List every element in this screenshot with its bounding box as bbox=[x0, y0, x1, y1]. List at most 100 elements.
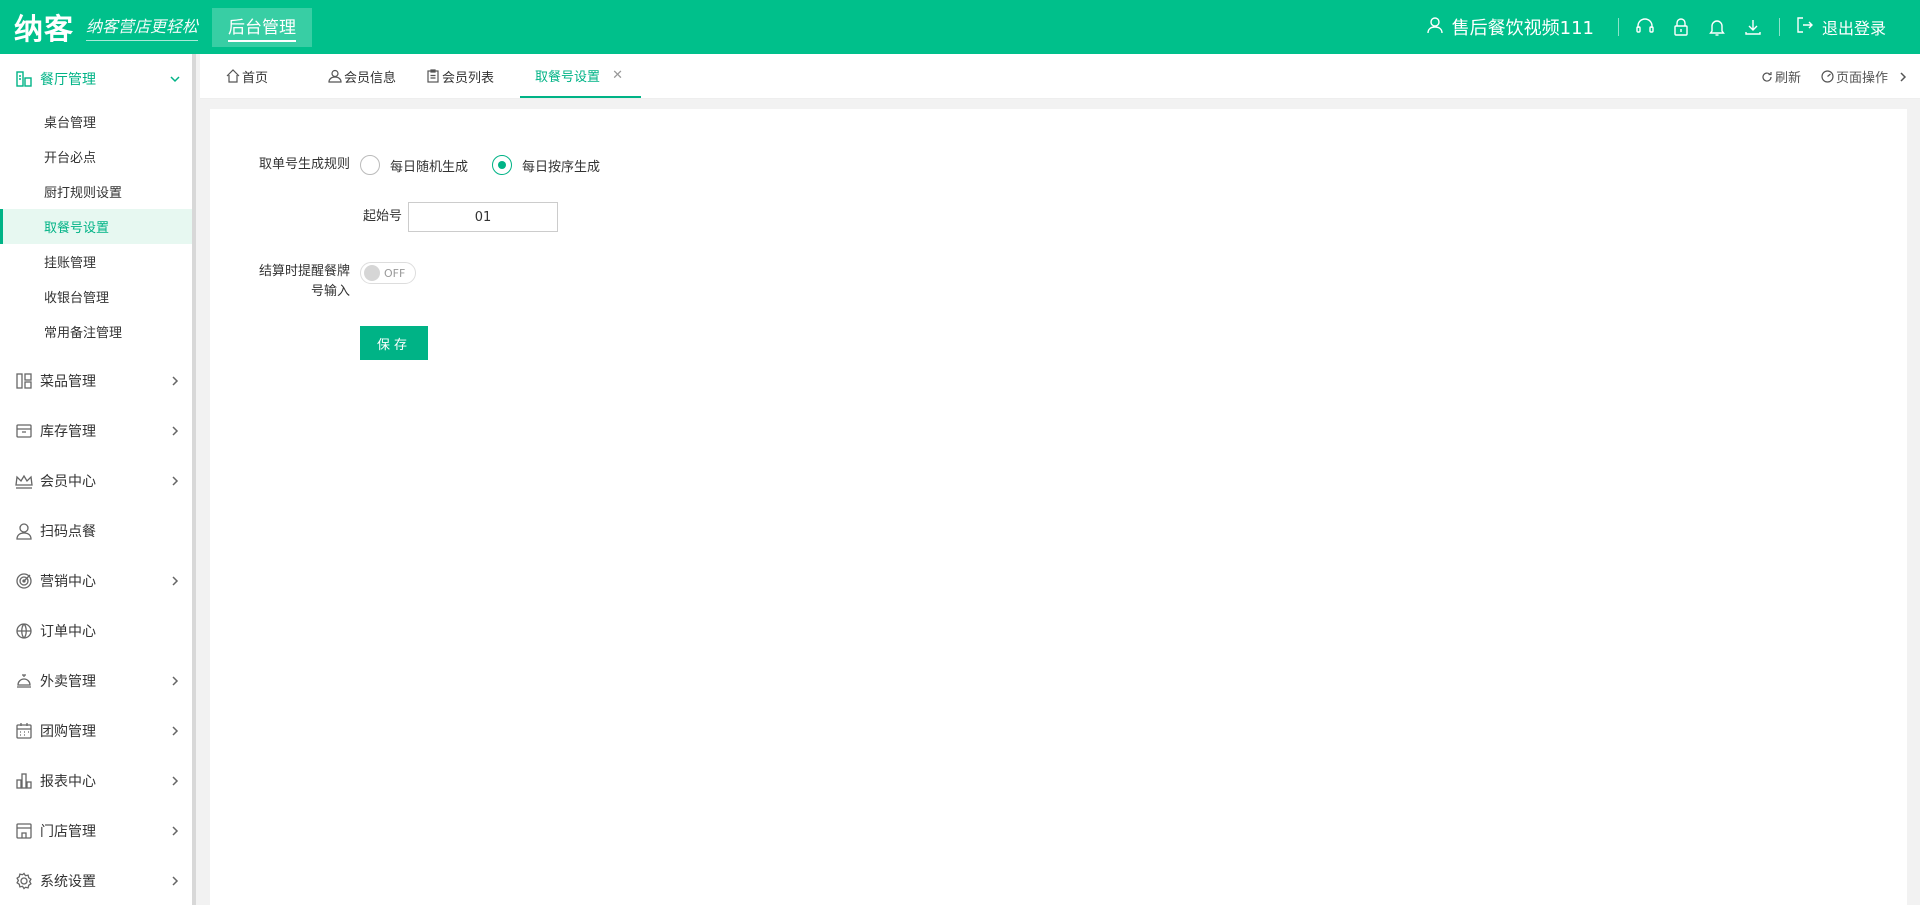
sidebar-item-kitchen-print-rules[interactable]: 厨打规则设置 bbox=[0, 174, 192, 209]
user-menu[interactable]: 售后餐饮视频111 bbox=[1426, 14, 1594, 40]
sidebar-group-restaurant[interactable]: 餐厅管理 bbox=[0, 54, 192, 104]
close-icon[interactable]: ✕ bbox=[612, 68, 623, 83]
user-name: 售后餐饮视频111 bbox=[1451, 18, 1594, 39]
sidebar-item-required-dishes[interactable]: 开台必点 bbox=[0, 139, 192, 174]
sidebar-group-label: 订单中心 bbox=[40, 624, 96, 640]
remind-label: 结算时提醒餐牌 号输入 bbox=[210, 262, 350, 302]
sidebar-item-cashier[interactable]: 收银台管理 bbox=[0, 279, 192, 314]
globe-icon bbox=[14, 621, 34, 641]
logo-text: 纳客 bbox=[14, 12, 75, 46]
chevron-right-icon bbox=[166, 872, 184, 890]
sidebar-group-label: 系统设置 bbox=[40, 874, 96, 890]
sidebar-group-inventory[interactable]: 库存管理 bbox=[0, 406, 192, 456]
dishes-icon bbox=[14, 371, 34, 391]
headset-icon[interactable] bbox=[1635, 17, 1655, 37]
chevron-down-icon bbox=[166, 70, 184, 88]
sidebar-group-label: 团购管理 bbox=[40, 724, 96, 740]
sidebar-item-credit[interactable]: 挂账管理 bbox=[0, 244, 192, 279]
chevron-right-icon bbox=[166, 422, 184, 440]
user-icon bbox=[328, 69, 342, 83]
chevron-right-icon bbox=[166, 822, 184, 840]
start-number-row: 起始号 bbox=[210, 202, 558, 232]
sidebar-group-settings[interactable]: 系统设置 bbox=[0, 856, 192, 905]
calendar-icon bbox=[14, 721, 34, 741]
sidebar-group-scan-order[interactable]: 扫码点餐 bbox=[0, 506, 192, 556]
clipboard-icon bbox=[426, 69, 440, 83]
radio-label: 每日按序生成 bbox=[522, 159, 601, 175]
tab-label: 会员信息 bbox=[344, 70, 397, 86]
sidebar-group-label: 外卖管理 bbox=[40, 674, 96, 690]
sidebar-group-member-center[interactable]: 会员中心 bbox=[0, 456, 192, 506]
refresh-icon bbox=[1761, 71, 1773, 83]
sidebar-group-takeaway[interactable]: 外卖管理 bbox=[0, 656, 192, 706]
chevron-right-icon bbox=[166, 572, 184, 590]
radio-label: 每日随机生成 bbox=[390, 159, 469, 175]
refresh-label: 刷新 bbox=[1774, 71, 1801, 86]
toggle-knob bbox=[364, 265, 380, 281]
refresh-button[interactable]: 刷新 bbox=[1761, 67, 1801, 86]
admin-module-tab[interactable]: 后台管理 bbox=[212, 7, 313, 47]
bell-icon[interactable] bbox=[1707, 17, 1727, 37]
remind-row: 结算时提醒餐牌 号输入 OFF bbox=[210, 262, 416, 302]
header-divider bbox=[1778, 18, 1780, 36]
bar-chart-icon bbox=[14, 771, 34, 791]
restaurant-icon bbox=[14, 69, 34, 89]
sidebar-group-label: 报表中心 bbox=[40, 774, 96, 790]
logout-label: 退出登录 bbox=[1821, 19, 1886, 38]
sidebar-group-label: 菜品管理 bbox=[40, 374, 96, 390]
sidebar-group-stores[interactable]: 门店管理 bbox=[0, 806, 192, 856]
page-ops-button[interactable]: 页面操作 bbox=[1821, 67, 1908, 86]
tab-member-list[interactable]: 会员列表 bbox=[416, 54, 514, 98]
remind-label-line1: 结算时提醒餐牌 bbox=[258, 264, 350, 279]
tab-home[interactable]: 首页 bbox=[200, 54, 288, 98]
sidebar-group-orders[interactable]: 订单中心 bbox=[0, 606, 192, 656]
sidebar-group-label: 门店管理 bbox=[40, 824, 96, 840]
radio-circle[interactable] bbox=[360, 155, 380, 175]
remind-toggle[interactable]: OFF bbox=[360, 262, 416, 284]
save-button[interactable]: 保存 bbox=[360, 326, 428, 360]
pickup-rule-row: 取单号生成规则 每日随机生成 每日按序生成 bbox=[210, 155, 624, 175]
logout-button[interactable]: 退出登录 bbox=[1796, 15, 1886, 39]
admin-module-tab-label: 后台管理 bbox=[228, 13, 297, 42]
header-actions: 售后餐饮视频111 退出登录 bbox=[1426, 0, 1920, 54]
pickup-rule-label: 取单号生成规则 bbox=[258, 157, 350, 172]
lock-icon[interactable] bbox=[1671, 17, 1691, 37]
radio-daily-random[interactable]: 每日随机生成 bbox=[360, 155, 468, 175]
tab-member-info[interactable]: 会员信息 bbox=[288, 54, 416, 98]
radio-circle[interactable] bbox=[492, 155, 513, 175]
logout-icon bbox=[1796, 16, 1814, 38]
download-icon[interactable] bbox=[1743, 17, 1763, 37]
inventory-icon bbox=[14, 421, 34, 441]
chevron-right-icon bbox=[166, 672, 184, 690]
store-icon bbox=[14, 821, 34, 841]
remind-label-line2: 号输入 bbox=[310, 284, 350, 299]
chevron-right-icon bbox=[166, 372, 184, 390]
sidebar-item-table-management[interactable]: 桌台管理 bbox=[0, 104, 192, 139]
sidebar-group-dishes[interactable]: 菜品管理 bbox=[0, 356, 192, 406]
chevron-right-icon bbox=[166, 722, 184, 740]
sidebar-group-label: 库存管理 bbox=[40, 424, 96, 440]
sidebar: 餐厅管理 桌台管理 开台必点 厨打规则设置 取餐号设置 挂账管理 收银台管理 常… bbox=[0, 54, 196, 905]
toggle-state: OFF bbox=[384, 266, 406, 280]
sidebar-item-pickup-number[interactable]: 取餐号设置 bbox=[0, 209, 192, 244]
user-icon bbox=[1426, 16, 1444, 39]
page-tab-bar: 首页 会员信息 会员列表 取餐号设置 ✕ 刷新 页面操作 bbox=[200, 54, 1920, 99]
start-number-label: 起始号 bbox=[362, 209, 402, 224]
tab-pickup-number-settings[interactable]: 取餐号设置 ✕ bbox=[520, 54, 641, 98]
tab-actions: 刷新 页面操作 bbox=[1761, 54, 1920, 99]
top-header: 纳客 纳客营店更轻松 后台管理 售后餐饮视频111 退出登录 bbox=[0, 0, 1920, 54]
gauge-icon bbox=[1821, 70, 1834, 83]
sidebar-submenu: 桌台管理 开台必点 厨打规则设置 取餐号设置 挂账管理 收银台管理 常用备注管理 bbox=[0, 104, 192, 356]
start-number-input[interactable] bbox=[408, 202, 558, 232]
sidebar-group-label: 营销中心 bbox=[40, 574, 96, 590]
chevron-right-icon bbox=[166, 472, 184, 490]
sidebar-group-label: 餐厅管理 bbox=[40, 72, 96, 88]
sidebar-group-marketing[interactable]: 营销中心 bbox=[0, 556, 192, 606]
radio-daily-sequential[interactable]: 每日按序生成 bbox=[492, 155, 600, 175]
tab-label: 首页 bbox=[242, 70, 269, 86]
sidebar-item-common-notes[interactable]: 常用备注管理 bbox=[0, 314, 192, 349]
sidebar-group-group-buying[interactable]: 团购管理 bbox=[0, 706, 192, 756]
sidebar-group-label: 会员中心 bbox=[40, 474, 96, 490]
sidebar-group-reports[interactable]: 报表中心 bbox=[0, 756, 192, 806]
logo: 纳客 纳客营店更轻松 bbox=[0, 0, 199, 54]
